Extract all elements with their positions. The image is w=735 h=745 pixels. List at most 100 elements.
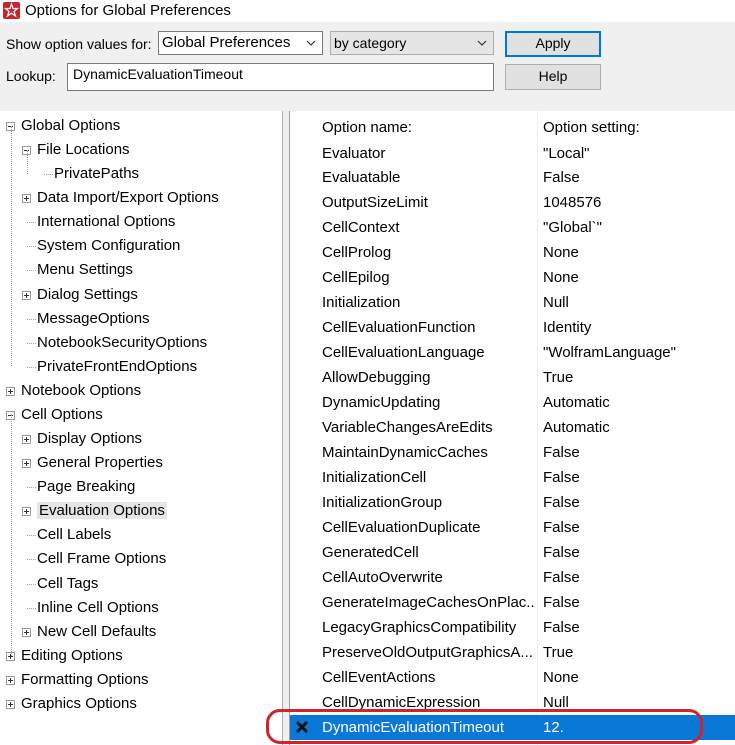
option-value[interactable]: "Global`" — [543, 215, 602, 240]
tree-item-label: Dialog Settings — [37, 285, 138, 303]
option-name: GeneratedCell — [322, 544, 419, 562]
tree-item[interactable]: Dialog Settings — [37, 283, 138, 307]
option-value[interactable]: Identity — [543, 315, 591, 340]
tree-item[interactable]: Formatting Options — [21, 668, 149, 692]
option-value[interactable]: False — [543, 515, 580, 540]
option-value[interactable]: None — [543, 265, 579, 290]
option-value[interactable]: 1048576 — [543, 190, 601, 215]
option-value[interactable]: Null — [543, 690, 569, 715]
option-row[interactable]: CellContext "Global`" — [290, 215, 735, 240]
tree-item-label: Menu Settings — [37, 261, 133, 279]
option-name: CellProlog — [322, 244, 392, 262]
option-row[interactable]: OutputSizeLimit 1048576 — [290, 190, 735, 215]
options-table[interactable]: Option name: Option setting: Evaluator "L… — [289, 111, 735, 745]
option-value[interactable]: Automatic — [543, 390, 610, 415]
option-row[interactable]: VariableChangesAreEdits Automatic — [290, 415, 735, 440]
tree-item[interactable]: PrivatePaths — [54, 162, 139, 186]
tree-item[interactable]: Display Options — [37, 427, 142, 451]
option-value[interactable]: None — [543, 240, 579, 265]
tree-item-label: Cell Tags — [37, 574, 99, 592]
option-value[interactable]: False — [543, 440, 580, 465]
option-value[interactable]: Null — [543, 290, 569, 315]
scope-dropdown[interactable]: Global Preferences — [158, 31, 323, 55]
option-value[interactable]: "Local" — [543, 141, 590, 166]
expand-plus-icon[interactable] — [6, 699, 15, 709]
option-row[interactable]: CellEvaluationFunction Identity — [290, 315, 735, 340]
expand-plus-icon[interactable] — [6, 386, 15, 396]
tree-item[interactable]: Cell Frame Options — [37, 547, 166, 571]
tree-item[interactable]: Notebook Options — [21, 379, 141, 403]
tree-item[interactable]: File Locations — [37, 138, 130, 162]
option-row[interactable]: CellEventActions None — [290, 665, 735, 690]
option-value[interactable]: False — [543, 540, 580, 565]
option-row[interactable]: CellDynamicExpression Null — [290, 690, 735, 715]
tree-item[interactable]: Cell Options — [21, 403, 103, 427]
tree-item[interactable]: Inline Cell Options — [37, 596, 159, 620]
expand-plus-icon[interactable] — [22, 627, 31, 637]
expand-plus-icon[interactable] — [22, 290, 31, 300]
option-value[interactable]: 12. — [543, 715, 564, 740]
option-value[interactable]: False — [543, 165, 580, 190]
category-tree[interactable]: Global Options File Locations PrivatePaths… — [0, 111, 283, 745]
option-value[interactable]: True — [543, 365, 573, 390]
option-row[interactable]: CellEvaluationDuplicate False — [290, 515, 735, 540]
tree-item-label: Cell Labels — [37, 526, 112, 544]
tree-item[interactable]: Cell Labels — [37, 523, 111, 547]
tree-item[interactable]: System Configuration — [37, 234, 180, 258]
option-row-selected[interactable]: DynamicEvaluationTimeout 12. — [290, 715, 735, 741]
lookup-input[interactable]: DynamicEvaluationTimeout — [67, 63, 494, 91]
option-row[interactable]: DynamicUpdating Automatic — [290, 390, 735, 415]
options-header-row: Option name: Option setting: — [290, 115, 735, 140]
option-row[interactable]: CellEvaluationLanguage "WolframLanguage" — [290, 340, 735, 365]
option-value[interactable]: False — [543, 615, 580, 640]
tree-item[interactable]: PrivateFrontEndOptions — [37, 355, 197, 379]
option-row[interactable]: GenerateImageCachesOnPlac... False — [290, 590, 735, 615]
option-row[interactable]: GeneratedCell False — [290, 540, 735, 565]
x-close-icon[interactable] — [295, 720, 309, 734]
option-row[interactable]: Initialization Null — [290, 290, 735, 315]
expand-plus-icon[interactable] — [22, 459, 31, 469]
option-row[interactable]: InitializationGroup False — [290, 490, 735, 515]
expand-plus-icon[interactable] — [6, 675, 15, 685]
option-row[interactable]: Evaluatable False — [290, 165, 735, 190]
option-value[interactable]: True — [543, 640, 573, 665]
tree-item[interactable]: Editing Options — [21, 644, 123, 668]
option-value[interactable]: "WolframLanguage" — [543, 340, 676, 365]
tree-item[interactable]: NotebookSecurityOptions — [37, 331, 207, 355]
option-row[interactable]: InitializationCell False — [290, 465, 735, 490]
option-row[interactable]: PreserveOldOutputGraphicsA... True — [290, 640, 735, 665]
tree-item[interactable]: Data Import/Export Options — [37, 186, 219, 210]
option-value[interactable]: False — [543, 565, 580, 590]
option-value[interactable]: False — [543, 590, 580, 615]
tree-item[interactable]: General Properties — [37, 451, 163, 475]
tree-item[interactable]: Menu Settings — [37, 258, 133, 282]
tree-item[interactable]: International Options — [37, 210, 175, 234]
option-value[interactable]: False — [543, 490, 580, 515]
tree-item[interactable]: MessageOptions — [37, 307, 150, 331]
option-row[interactable]: CellEpilog None — [290, 265, 735, 290]
option-name: CellEpilog — [322, 269, 390, 287]
expand-plus-icon[interactable] — [22, 194, 31, 204]
apply-button[interactable]: Apply — [505, 31, 601, 57]
tree-item[interactable]: Cell Tags — [37, 572, 98, 596]
tree-item[interactable]: Page Breaking — [37, 475, 135, 499]
option-row[interactable]: Evaluator "Local" — [290, 141, 735, 166]
option-row[interactable]: CellAutoOverwrite False — [290, 565, 735, 590]
tree-item[interactable]: New Cell Defaults — [37, 620, 156, 644]
show-values-label: Show option values for: — [6, 36, 152, 52]
tree-item[interactable]: Graphics Options — [21, 692, 137, 716]
option-row[interactable]: AllowDebugging True — [290, 365, 735, 390]
tree-item[interactable]: Evaluation Options — [37, 499, 167, 523]
grouping-dropdown[interactable]: by category — [330, 31, 494, 55]
expand-plus-icon[interactable] — [22, 507, 31, 517]
expand-plus-icon[interactable] — [22, 435, 31, 445]
option-row[interactable]: CellProlog None — [290, 240, 735, 265]
option-row[interactable]: LegacyGraphicsCompatibility False — [290, 615, 735, 640]
option-name: AllowDebugging — [322, 369, 431, 387]
option-value[interactable]: None — [543, 665, 579, 690]
help-button[interactable]: Help — [505, 64, 601, 90]
option-value[interactable]: Automatic — [543, 415, 610, 440]
option-value[interactable]: False — [543, 465, 580, 490]
option-row[interactable]: MaintainDynamicCaches False — [290, 440, 735, 465]
tree-item[interactable]: Global Options — [21, 114, 120, 138]
